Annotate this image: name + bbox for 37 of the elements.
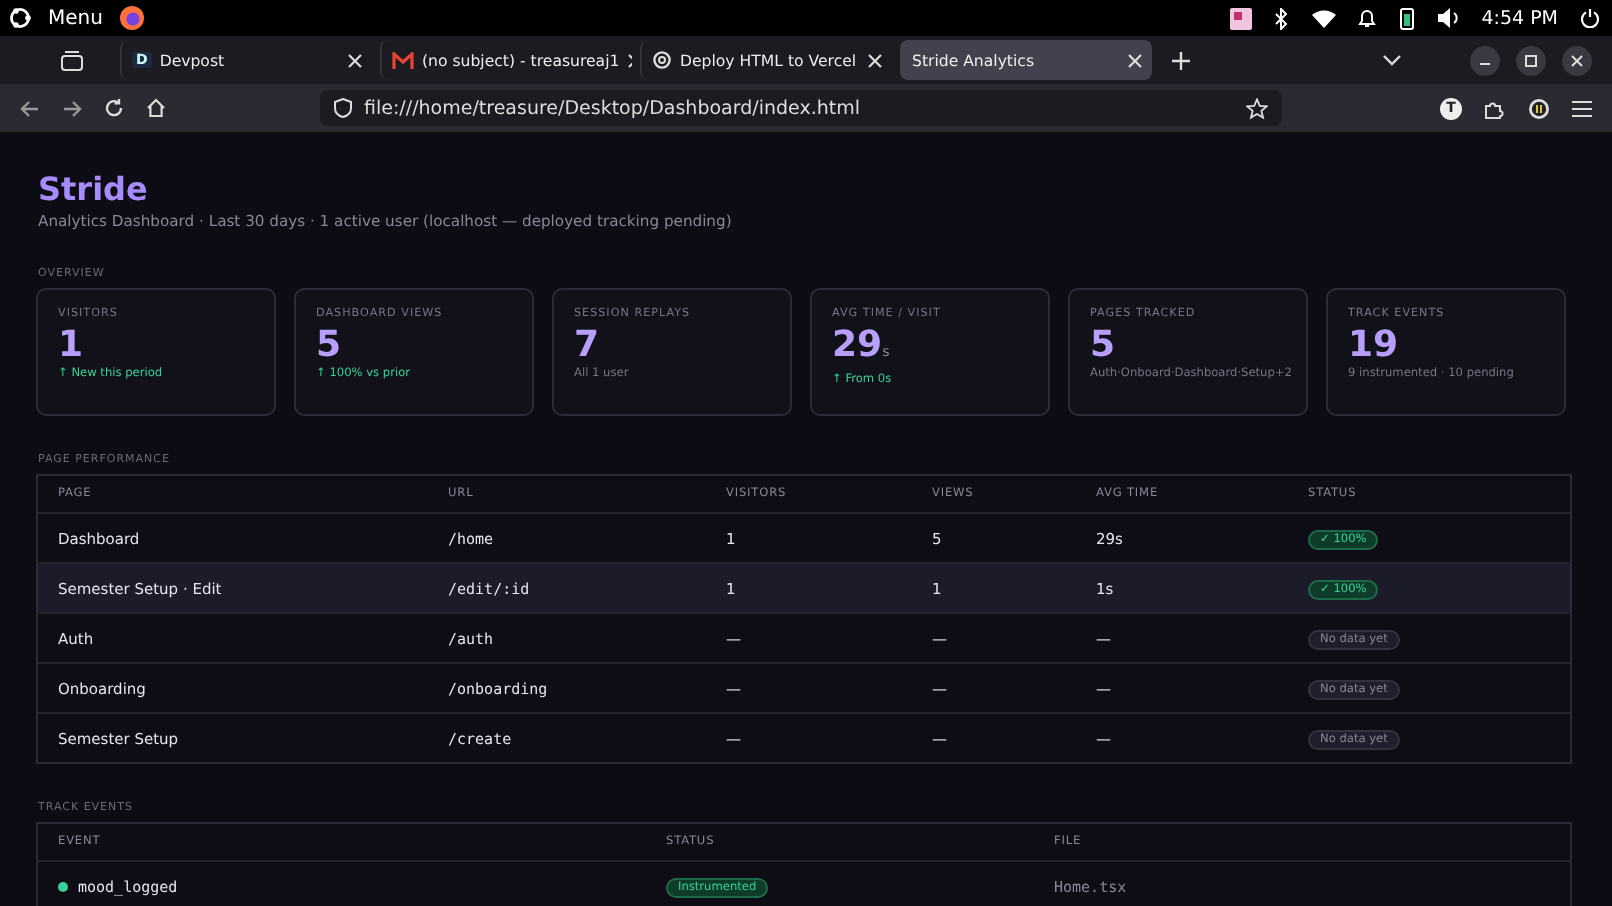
close-button[interactable] [1562,45,1592,75]
knot-icon [652,50,672,70]
maximize-button[interactable] [1516,45,1546,75]
battery-icon[interactable] [1397,6,1416,30]
wifi-icon[interactable] [1311,8,1336,28]
volume-icon[interactable] [1437,8,1460,28]
forward-icon[interactable] [62,99,82,117]
bell-icon[interactable] [1357,8,1376,28]
menu-icon[interactable] [1572,99,1592,117]
puzzle-icon[interactable] [1484,97,1506,119]
ubuntu-logo-icon[interactable] [8,6,32,30]
shield-icon [334,98,352,118]
address-field[interactable]: file:///home/treasure/Desktop/Dashboard/index.html [320,90,1283,126]
browser-logo-icon[interactable] [118,4,147,32]
bluetooth-icon[interactable] [1273,7,1290,29]
clock-time[interactable]: 4:54 PM [1481,7,1558,29]
stat-value: 19 [1348,324,1399,367]
minimize-button[interactable] [1470,45,1500,75]
flag-icon[interactable] [1229,7,1252,29]
url-text: file:///home/treasure/Desktop/Dashboard/index.html [364,97,860,119]
star-icon[interactable] [1246,97,1269,119]
home-icon[interactable] [146,98,166,118]
reload-icon[interactable] [104,98,124,118]
extension-icon[interactable] [1528,97,1550,119]
dashboard-title: Stride [38,170,150,210]
stat-value: 1 [58,324,84,367]
mail-icon [392,51,414,69]
tab-list-icon[interactable] [60,49,84,71]
new-tab-icon[interactable] [1172,51,1190,69]
stat-value: 5 [316,324,342,367]
chevron-down-icon[interactable] [1382,54,1402,66]
menu-label[interactable]: Menu [48,7,103,29]
stat-value: 5 [1090,324,1116,367]
back-icon[interactable] [20,99,40,117]
stat-value: 7 [574,324,600,367]
power-icon[interactable] [1580,8,1600,28]
maximize-icon [1524,53,1538,67]
